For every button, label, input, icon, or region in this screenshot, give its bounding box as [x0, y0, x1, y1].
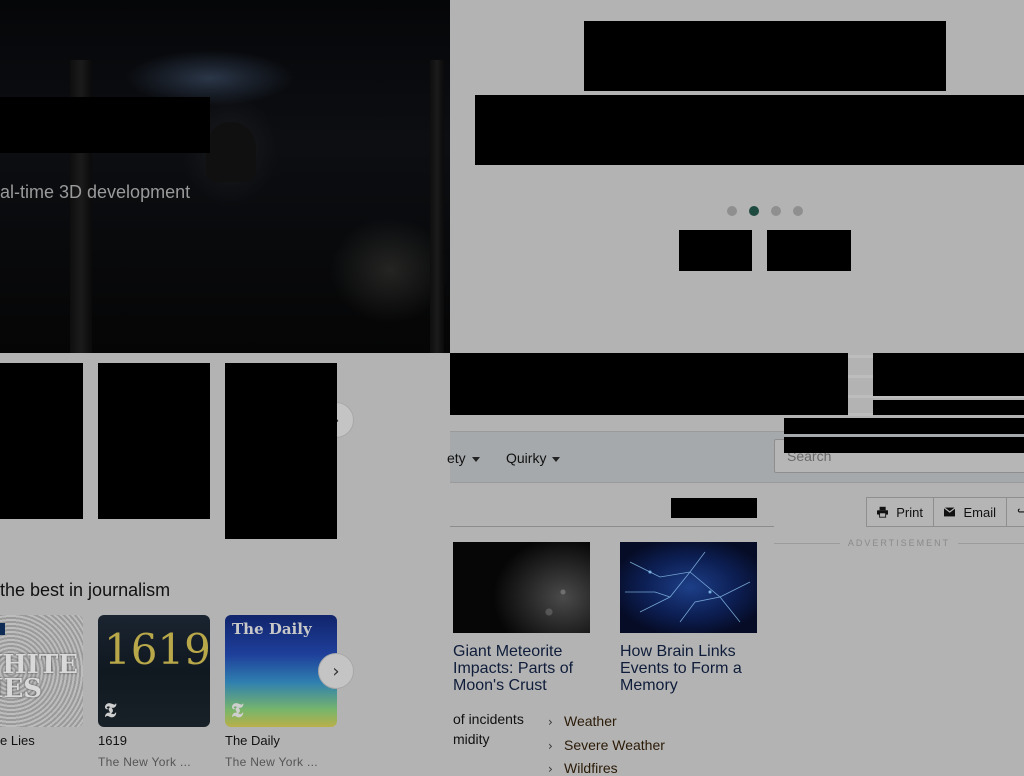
ad-label-text: ADVERTISEMENT — [847, 538, 951, 548]
slide-dot-4[interactable] — [793, 206, 803, 216]
hero-figure — [206, 122, 256, 182]
nav-item-label: Quirky — [506, 450, 547, 466]
podcast-tile-art-text: 1619 — [104, 625, 210, 674]
podcast-tile-white-lies[interactable]: WHITE LIES — [0, 615, 83, 727]
header-right-redacted — [873, 353, 1024, 396]
share-arrow-icon: ↪ — [1017, 504, 1024, 520]
slide-dot-3[interactable] — [771, 206, 781, 216]
slide-text-redacted — [475, 95, 1024, 165]
link-weather[interactable]: Weather — [564, 713, 617, 729]
podcast-publisher: The New York ... — [98, 755, 191, 769]
slide-primary-button[interactable] — [679, 230, 752, 271]
list-item[interactable]: midity — [453, 731, 490, 747]
slide-dot-2[interactable] — [749, 206, 759, 216]
hero-subtitle: al-time 3D development — [0, 182, 191, 202]
slide-dot-1[interactable] — [727, 206, 737, 216]
header-strip-redacted — [784, 418, 1024, 434]
email-button[interactable]: Email — [933, 497, 1007, 527]
section-heading: the best in journalism — [0, 580, 171, 600]
article-image-moon[interactable] — [453, 542, 590, 633]
neuron-illustration — [625, 551, 751, 623]
podcast-tile-art-text: WHITE LIES — [0, 650, 79, 704]
slide-heading-redacted — [584, 21, 946, 91]
share-button[interactable]: ↪ — [1006, 497, 1024, 527]
nav-item-quirky[interactable]: Quirky — [506, 450, 561, 466]
carousel-card[interactable] — [225, 363, 337, 539]
nav-item-label: ety — [447, 450, 466, 466]
ad-rule — [958, 542, 1024, 544]
header-right-redacted — [873, 400, 1024, 415]
caret-down-icon — [471, 456, 480, 462]
nav-item-society[interactable]: ety — [447, 450, 480, 466]
email-label: Email — [963, 504, 996, 520]
hero-title-redacted — [0, 97, 210, 153]
header-strip-redacted — [784, 437, 1024, 453]
caret-down-icon — [552, 456, 561, 462]
section-label-redacted — [671, 498, 757, 518]
carousel-card[interactable] — [0, 363, 83, 519]
hero-bookshelf — [430, 60, 444, 353]
npr-badge — [0, 623, 5, 635]
podcast-next-button[interactable]: › — [318, 653, 354, 689]
carousel-card[interactable] — [98, 363, 210, 519]
slide-secondary-button[interactable] — [767, 230, 851, 271]
envelope-icon — [944, 507, 956, 517]
ad-rule — [774, 542, 840, 544]
chevron-right-icon: › — [548, 739, 553, 753]
podcast-name[interactable]: e Lies — [0, 733, 35, 748]
advertisement-label: ADVERTISEMENT — [774, 538, 1024, 548]
hero-banner: al-time 3D development — [0, 0, 450, 353]
list-item[interactable]: of incidents — [453, 711, 524, 727]
chevron-right-icon: › — [332, 660, 340, 682]
print-label: Print — [896, 504, 923, 520]
podcast-tile-1619[interactable]: 1619 𝕿 — [98, 615, 210, 727]
header-divider — [848, 413, 873, 416]
nyt-logo-icon: 𝕿 — [104, 698, 117, 722]
podcast-name[interactable]: 1619 — [98, 733, 127, 748]
link-severe-weather[interactable]: Severe Weather — [564, 737, 665, 753]
link-wildfires[interactable]: Wildfires — [564, 760, 618, 776]
article-image-brain[interactable] — [620, 542, 757, 633]
print-button[interactable]: Print — [866, 497, 934, 527]
site-header-redacted — [450, 353, 848, 415]
chevron-right-icon: › — [548, 715, 553, 729]
article-title[interactable]: How Brain Links Events to Form a Memory — [620, 643, 750, 694]
podcast-name[interactable]: The Daily — [225, 733, 280, 748]
chevron-right-icon: › — [548, 762, 553, 776]
section-divider — [450, 526, 774, 527]
print-icon — [877, 506, 889, 518]
article-title[interactable]: Giant Meteorite Impacts: Parts of Moon's… — [453, 643, 593, 694]
podcast-publisher: The New York ... — [225, 755, 318, 769]
podcast-tile-art-text: The Daily — [232, 620, 312, 638]
nyt-logo-icon: 𝕿 — [231, 698, 244, 722]
